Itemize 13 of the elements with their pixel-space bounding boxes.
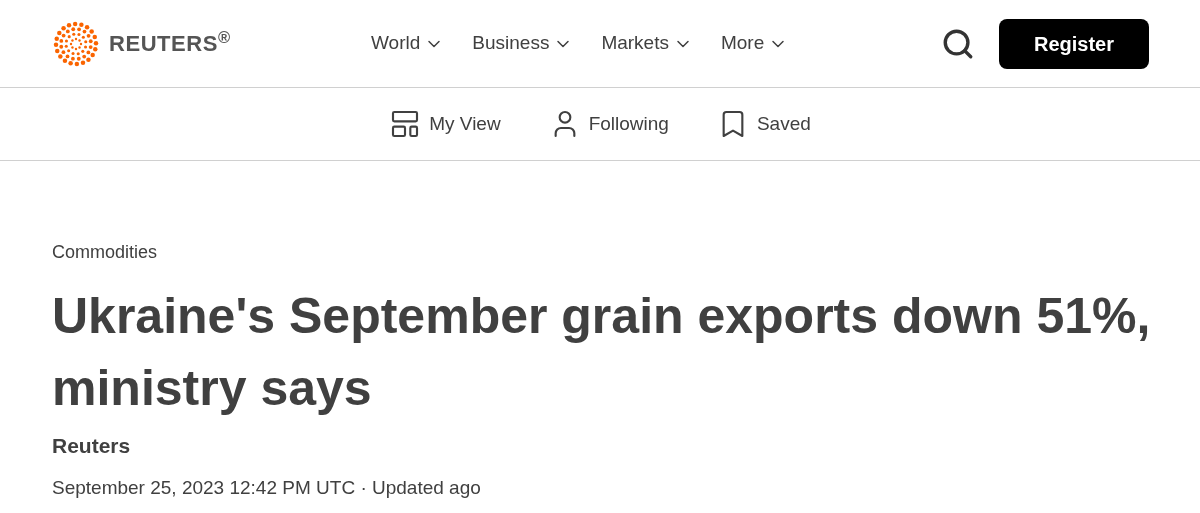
nav-link[interactable]: More (720, 29, 789, 58)
nav-link[interactable]: World (371, 29, 445, 58)
headline: Ukraine's September grain exports down 51%, ministry says (52, 287, 1152, 418)
section-link[interactable]: Commodities (52, 239, 1148, 266)
byline[interactable]: Reuters (52, 430, 1148, 462)
subnav-link[interactable]: My View (389, 108, 501, 140)
nav-link[interactable]: Markets (601, 29, 693, 58)
nav-link[interactable]: Business (472, 29, 574, 58)
subnav-link[interactable]: Following (548, 108, 669, 140)
subnav-link[interactable]: Saved (716, 108, 811, 140)
brand-name[interactable]: REUTERS$^{®}$ (109, 27, 231, 60)
register-button[interactable]: Register (999, 18, 1149, 69)
timestamp: September 25, 2023 12:42 PM UTC · Updated ago (52, 475, 482, 500)
